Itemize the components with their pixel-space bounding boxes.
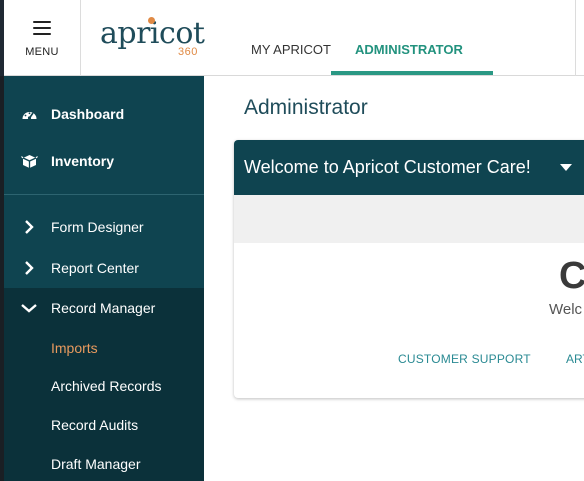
sidebar: Dashboard Inventory Form Designer Report… — [0, 76, 204, 481]
chevron-right-icon — [20, 218, 38, 236]
tab-my-apricot[interactable]: MY APRICOT — [251, 42, 331, 57]
sidebar-subitem-archived-records[interactable]: Archived Records — [51, 378, 162, 394]
page-title: Administrator — [244, 96, 368, 119]
box-icon — [20, 152, 38, 170]
sidebar-item-form-designer[interactable]: Form Designer — [4, 212, 204, 242]
header-divider — [575, 0, 576, 76]
chevron-right-icon — [20, 259, 38, 277]
sidebar-item-inventory[interactable]: Inventory — [4, 146, 204, 176]
top-header: MENU apricot 360 MY APRICOT ADMINISTRATO… — [0, 0, 584, 76]
sidebar-item-label: Dashboard — [51, 106, 125, 122]
welcome-card: Welcome to Apricot Customer Care! C Welc… — [234, 140, 584, 398]
menu-label: MENU — [25, 45, 59, 58]
sidebar-subitem-draft-manager[interactable]: Draft Manager — [51, 456, 140, 472]
sidebar-item-report-center[interactable]: Report Center — [4, 253, 204, 283]
customer-support-link[interactable]: CUSTOMER SUPPORT — [398, 352, 531, 366]
sidebar-item-label: Record Manager — [51, 300, 156, 316]
hamburger-icon — [33, 20, 51, 35]
card-title: Welcome to Apricot Customer Care! — [244, 157, 531, 177]
active-tab-indicator — [331, 71, 493, 75]
sidebar-top-section — [4, 76, 204, 195]
sidebar-item-label: Form Designer — [51, 219, 144, 235]
sidebar-subitem-imports[interactable]: Imports — [51, 340, 98, 356]
articles-link[interactable]: ART — [566, 352, 584, 366]
card-heading: C — [559, 255, 584, 297]
logo-dot-icon — [148, 17, 155, 24]
tab-administrator[interactable]: ADMINISTRATOR — [355, 42, 463, 57]
dashboard-gauge-icon — [20, 105, 38, 123]
card-banner — [234, 195, 584, 243]
sidebar-item-label: Inventory — [51, 153, 115, 169]
caret-down-icon[interactable] — [560, 164, 572, 171]
logo-sub: 360 — [178, 46, 198, 58]
card-header[interactable]: Welcome to Apricot Customer Care! — [234, 140, 584, 195]
chevron-down-icon — [20, 299, 38, 317]
apricot-logo[interactable]: apricot 360 — [100, 16, 210, 60]
sidebar-item-record-manager[interactable]: Record Manager — [4, 293, 204, 323]
menu-button[interactable]: MENU — [4, 0, 81, 76]
sidebar-item-dashboard[interactable]: Dashboard — [4, 99, 204, 129]
sidebar-subitem-record-audits[interactable]: Record Audits — [51, 417, 138, 433]
sidebar-item-label: Report Center — [51, 260, 139, 276]
card-welcome-text: Welc — [549, 301, 583, 318]
